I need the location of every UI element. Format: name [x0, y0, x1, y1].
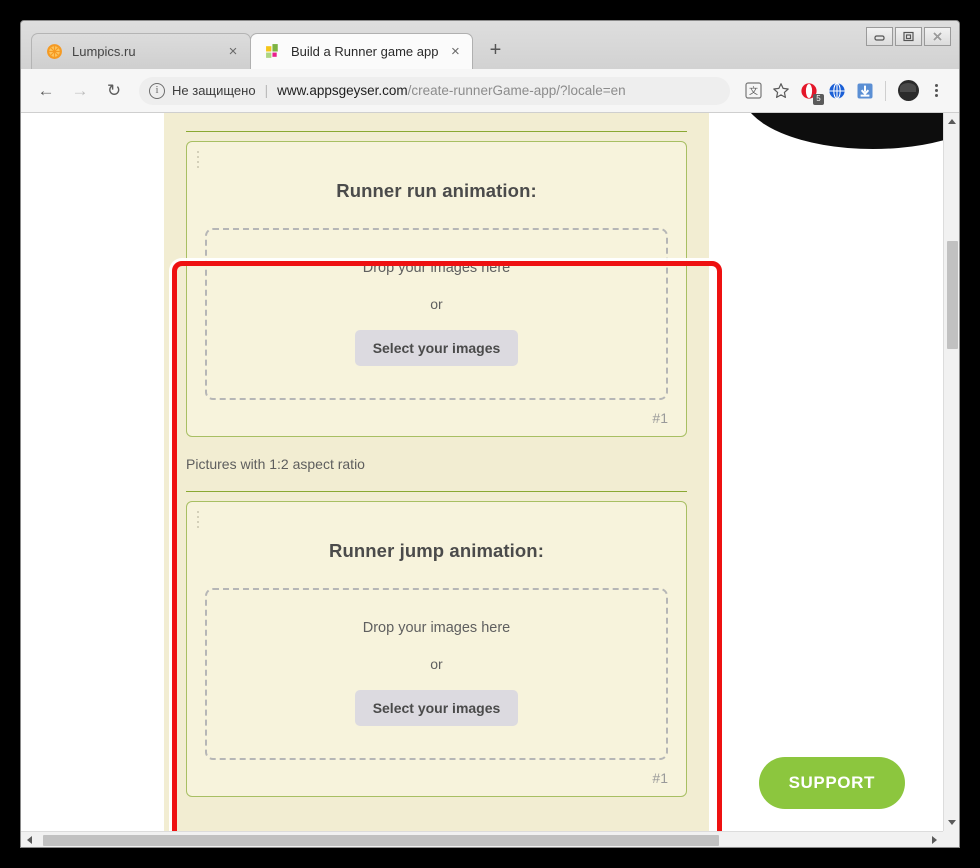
horizontal-scrollbar[interactable] [21, 831, 943, 847]
extension-badge-count: 5 [813, 93, 824, 105]
web-page: Runner run animation: Drop your images h… [21, 113, 943, 831]
scroll-right-button[interactable] [926, 832, 943, 847]
dropzone-prompt: Drop your images here [362, 260, 511, 276]
browser-tab-appsgeyser[interactable]: Build a Runner game app × [250, 33, 474, 69]
address-bar[interactable]: i Не защищено | www.appsgeyser.com/creat… [139, 76, 730, 105]
dropzone-or-label: or [430, 296, 443, 312]
drag-handle-icon[interactable] [197, 151, 199, 168]
reload-button[interactable]: ↻ [99, 76, 129, 106]
vertical-scrollbar[interactable] [943, 113, 959, 831]
url-host: www.appsgeyser.com [277, 83, 408, 98]
dropzone-prompt: Drop your images here [362, 620, 511, 636]
minimize-icon [874, 35, 885, 41]
omnibox-separator: | [264, 83, 269, 98]
svg-text:文: 文 [749, 85, 758, 96]
select-images-button[interactable]: Select your images [354, 330, 519, 366]
top-divider [186, 131, 687, 132]
close-button[interactable] [924, 27, 951, 46]
card-title: Runner jump animation: [329, 540, 544, 561]
aspect-ratio-hint: Pictures with 1:2 aspect ratio [186, 456, 365, 472]
section-divider [186, 491, 687, 492]
horizontal-scrollbar-thumb[interactable] [43, 835, 719, 846]
scroll-left-button[interactable] [21, 832, 38, 847]
tab-strip: Lumpics.ru × Build a Runner game app × + [21, 21, 959, 69]
image-dropzone[interactable]: Drop your images here or Select your ima… [205, 588, 668, 760]
window-controls [866, 27, 951, 46]
animation-card-run: Runner run animation: Drop your images h… [186, 141, 687, 437]
tab-title: Build a Runner game app [291, 44, 439, 59]
orange-slice-icon [47, 44, 62, 59]
close-icon [933, 32, 942, 41]
tab-close-icon[interactable]: × [446, 43, 464, 61]
url-path: /create-runnerGame-app/?locale=en [407, 83, 626, 98]
opera-extension-icon[interactable]: 5 [796, 78, 824, 105]
decorative-blob [743, 113, 943, 149]
site-info-icon[interactable]: i [149, 82, 165, 99]
toolbar-divider [885, 80, 886, 101]
security-status-label: Не защищено [172, 83, 256, 98]
support-button[interactable]: SUPPORT [758, 757, 905, 809]
browser-window: Lumpics.ru × Build a Runner game app × + [20, 20, 960, 848]
dropzone-or-label: or [430, 656, 443, 672]
globe-extension-icon[interactable] [824, 78, 850, 104]
back-button[interactable]: ← [31, 76, 61, 106]
minimize-button[interactable] [866, 27, 893, 46]
appsgeyser-icon [266, 44, 278, 58]
select-images-button[interactable]: Select your images [354, 690, 519, 726]
bookmark-star-icon[interactable] [768, 78, 794, 104]
image-dropzone[interactable]: Drop your images here or Select your ima… [205, 228, 668, 400]
restore-button[interactable] [895, 27, 922, 46]
browser-toolbar: ← → ↻ i Не защищено | www.appsgeyser.com… [21, 69, 959, 113]
scrollbar-corner [943, 831, 959, 847]
card-title: Runner run animation: [336, 180, 537, 201]
animation-card-jump: Runner jump animation: Drop your images … [186, 501, 687, 797]
new-tab-button[interactable]: + [480, 37, 510, 65]
card-index-label: #1 [652, 770, 668, 786]
vertical-scrollbar-thumb[interactable] [947, 241, 958, 349]
download-icon[interactable] [852, 78, 878, 104]
chrome-menu-icon[interactable] [923, 78, 949, 104]
browser-viewport: Runner run animation: Drop your images h… [21, 113, 959, 847]
scroll-down-button[interactable] [944, 814, 959, 831]
tab-title: Lumpics.ru [72, 44, 136, 59]
drag-handle-icon[interactable] [197, 511, 199, 528]
profile-avatar[interactable] [895, 78, 921, 104]
scroll-up-button[interactable] [944, 113, 959, 130]
browser-tab-lumpics[interactable]: Lumpics.ru × [31, 33, 251, 69]
forward-button[interactable]: → [65, 76, 95, 106]
card-index-label: #1 [652, 410, 668, 426]
restore-icon [903, 31, 914, 42]
translate-icon[interactable]: 文 [740, 78, 766, 104]
tab-close-icon[interactable]: × [224, 43, 242, 61]
page-content-column: Runner run animation: Drop your images h… [164, 113, 709, 831]
